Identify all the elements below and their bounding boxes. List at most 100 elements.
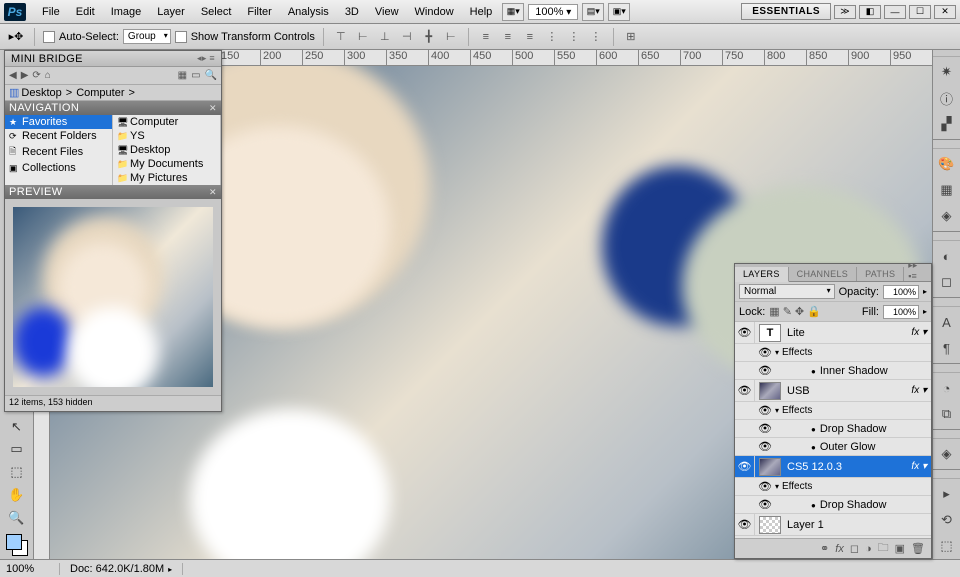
mb-home-icon[interactable]: ⌂ xyxy=(45,70,51,81)
menu-filter[interactable]: Filter xyxy=(239,4,279,20)
visibility-toggle[interactable]: 👁 xyxy=(735,380,755,401)
layer-lite[interactable]: 👁TLitefx ▾ xyxy=(735,322,931,344)
mb-back-icon[interactable]: ◀ xyxy=(9,70,17,81)
navigator-icon[interactable]: ✷ xyxy=(938,63,956,81)
mb-preview-toggle-icon[interactable]: ▭ xyxy=(191,70,200,81)
tab-paths[interactable]: PATHS xyxy=(857,267,904,281)
layer-usb[interactable]: 👁USBfx ▾ xyxy=(735,380,931,402)
tab-layers[interactable]: LAYERS xyxy=(735,267,789,282)
mb-preview[interactable] xyxy=(5,199,221,395)
adjustments-icon[interactable]: ◐ xyxy=(938,247,956,265)
workspace-switcher[interactable]: ESSENTIALS xyxy=(741,3,831,20)
align-bottom-icon[interactable]: ⊥ xyxy=(376,28,394,46)
menu-layer[interactable]: Layer xyxy=(149,4,193,20)
maximize-icon[interactable]: ☐ xyxy=(909,5,931,19)
swatches-icon[interactable]: ▦ xyxy=(938,181,956,199)
align-top-icon[interactable]: ⊤ xyxy=(332,28,350,46)
color-swatches[interactable] xyxy=(5,533,29,557)
menu-view[interactable]: View xyxy=(367,4,407,20)
new-layer-icon[interactable]: ▣ xyxy=(895,542,905,555)
mb-nav-ys[interactable]: 📁YS xyxy=(113,129,220,143)
align-vcenter-icon[interactable]: ⊢ xyxy=(354,28,372,46)
cs-live-icon[interactable]: ◧ xyxy=(859,5,881,19)
lock-pixels-icon[interactable]: ▦ xyxy=(769,305,779,318)
effect-inner-shadow[interactable]: 👁●Inner Shadow xyxy=(735,362,931,380)
mb-nav-desktop[interactable]: 🖥Desktop xyxy=(113,143,220,157)
menu-edit[interactable]: Edit xyxy=(68,4,103,20)
distribute-vcenter-icon[interactable]: ≡ xyxy=(499,28,517,46)
move-tool-indicator[interactable]: ▸✥ xyxy=(6,28,26,46)
layer-effects-header[interactable]: 👁▾ Effects xyxy=(735,478,931,496)
mb-nav-recent-folders[interactable]: ⟳Recent Folders xyxy=(5,129,112,143)
panel-collapse-icon[interactable]: ▸▸ ▪≡ xyxy=(904,260,931,281)
mb-nav-favorites[interactable]: ★Favorites xyxy=(5,115,112,129)
hand-tool[interactable]: ✋ xyxy=(4,484,30,506)
effect-outer-glow[interactable]: 👁●Outer Glow xyxy=(735,438,931,456)
auto-align-icon[interactable]: ⊞ xyxy=(622,28,640,46)
layer-effects-header[interactable]: 👁▾ Effects xyxy=(735,402,931,420)
fill-input[interactable]: 100% xyxy=(883,305,919,319)
actions-icon[interactable]: ▸ xyxy=(938,485,956,503)
panel-menu-icon[interactable]: ◂▸ ≡ xyxy=(197,53,215,64)
zoom-tool[interactable]: 🔍 xyxy=(4,507,30,529)
menu-3d[interactable]: 3D xyxy=(337,4,367,20)
distribute-top-icon[interactable]: ≡ xyxy=(477,28,495,46)
masks-icon[interactable]: ◻ xyxy=(938,273,956,291)
clone-panel-icon[interactable]: ⧉ xyxy=(938,405,956,423)
lock-all-icon[interactable]: 🔒 xyxy=(807,305,821,318)
mb-nav-my-pictures[interactable]: 📁My Pictures xyxy=(113,171,220,185)
shape-tool[interactable]: ▭ xyxy=(4,438,30,460)
screen-mode-icon[interactable]: ▣▾ xyxy=(608,3,630,21)
visibility-toggle[interactable]: 👁 xyxy=(735,514,755,535)
app-logo[interactable]: Ps xyxy=(4,3,26,21)
3d-tool[interactable]: ⬚ xyxy=(4,461,30,483)
opacity-input[interactable]: 100% xyxy=(883,285,919,299)
menu-window[interactable]: Window xyxy=(407,4,462,20)
lock-image-icon[interactable]: ✎ xyxy=(783,305,792,318)
delete-icon[interactable]: 🗑 xyxy=(911,542,925,555)
mini-bridge-tab[interactable]: MINI BRIDGE◂▸ ≡ xyxy=(5,51,221,67)
menu-analysis[interactable]: Analysis xyxy=(280,4,337,20)
styles-icon[interactable]: ◈ xyxy=(938,207,956,225)
mb-nav-close-icon[interactable]: ✕ xyxy=(209,103,217,114)
effect-drop-shadow[interactable]: 👁●Drop Shadow xyxy=(735,496,931,514)
blend-mode-dropdown[interactable]: Normal xyxy=(739,284,835,299)
mb-breadcrumb[interactable]: ▥ Desktop > Computer > xyxy=(5,85,221,101)
menu-file[interactable]: File xyxy=(34,4,68,20)
distribute-bottom-icon[interactable]: ≡ xyxy=(521,28,539,46)
adjustment-icon[interactable]: ◑ xyxy=(865,543,872,555)
link-layers-icon[interactable]: ⚭ xyxy=(820,542,829,555)
mb-search-icon[interactable]: 🔍 xyxy=(205,70,217,81)
launch-bridge-icon[interactable]: ▦▾ xyxy=(502,3,524,21)
distribute-hcenter-icon[interactable]: ⋮ xyxy=(565,28,583,46)
mask-icon[interactable]: ◻ xyxy=(850,542,859,555)
layer-effects-header[interactable]: 👁▾ Effects xyxy=(735,344,931,362)
visibility-toggle[interactable]: 👁 xyxy=(735,322,755,343)
paragraph-icon[interactable]: ¶ xyxy=(938,339,956,357)
mb-view-icon[interactable]: ▦ xyxy=(178,70,187,81)
mb-preview-close-icon[interactable]: ✕ xyxy=(209,187,217,198)
effect-drop-shadow[interactable]: 👁●Drop Shadow xyxy=(735,420,931,438)
group-icon[interactable]: 🗀 xyxy=(878,539,889,558)
align-hcenter-icon[interactable]: ╋ xyxy=(420,28,438,46)
align-right-icon[interactable]: ⊢ xyxy=(442,28,460,46)
close-icon[interactable]: ✕ xyxy=(934,5,956,19)
visibility-toggle[interactable]: 👁 xyxy=(735,456,755,477)
layers-list[interactable]: 👁TLitefx ▾👁▾ Effects👁●Inner Shadow👁USBfx… xyxy=(735,322,931,538)
mb-forward-icon[interactable]: ▶ xyxy=(21,70,29,81)
mb-nav-recent-files[interactable]: 🗎Recent Files xyxy=(5,143,112,161)
history-icon[interactable]: ⟲ xyxy=(938,511,956,529)
show-transform-checkbox[interactable] xyxy=(175,31,187,43)
mb-nav-computer[interactable]: 🖥Computer xyxy=(113,115,220,129)
status-doc[interactable]: Doc: 642.0K/1.80M▸ xyxy=(60,563,183,575)
info-icon[interactable]: ⓘ xyxy=(938,89,956,107)
character-icon[interactable]: A xyxy=(938,313,956,331)
tab-channels[interactable]: CHANNELS xyxy=(789,267,857,281)
mb-nav-my-documents[interactable]: 📁My Documents xyxy=(113,157,220,171)
expand-panels-icon[interactable]: ≫ xyxy=(834,5,856,19)
status-zoom[interactable]: 100% xyxy=(0,563,60,575)
zoom-level[interactable]: 100% ▾ xyxy=(528,4,578,20)
path-tool[interactable]: ↖ xyxy=(4,416,30,438)
menu-help[interactable]: Help xyxy=(462,4,501,20)
minimize-icon[interactable]: — xyxy=(884,5,906,19)
